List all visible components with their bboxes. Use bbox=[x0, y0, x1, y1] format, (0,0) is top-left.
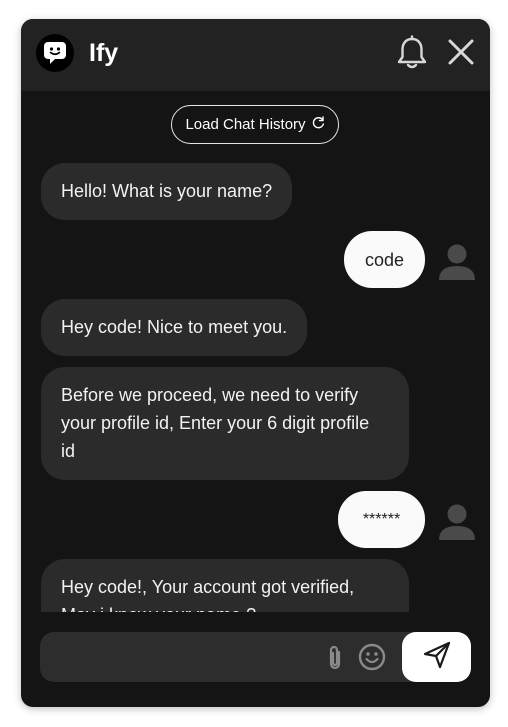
bell-icon[interactable] bbox=[395, 35, 429, 71]
refresh-icon bbox=[312, 116, 325, 133]
user-avatar-icon bbox=[438, 502, 476, 542]
load-chat-history-label: Load Chat History bbox=[185, 116, 306, 133]
message-text: ****** bbox=[362, 510, 401, 528]
message-line: id bbox=[61, 441, 76, 461]
load-chat-history-button[interactable]: Load Chat History bbox=[171, 105, 339, 144]
user-avatar-icon bbox=[438, 242, 476, 282]
message-list[interactable]: Load Chat History Hello! What is your na… bbox=[21, 91, 490, 612]
close-icon[interactable] bbox=[445, 36, 477, 68]
message-text: code bbox=[364, 249, 405, 270]
user-message: ****** bbox=[338, 491, 425, 548]
paperclip-icon[interactable] bbox=[324, 644, 346, 672]
chat-bubble-icon bbox=[36, 34, 74, 72]
send-button[interactable] bbox=[402, 632, 471, 682]
message-line: your profile id, Enter your 6 digit prof… bbox=[61, 413, 370, 433]
send-icon bbox=[422, 640, 452, 675]
message-line: May i know your name ? bbox=[61, 601, 389, 612]
message-text: Hey code! Nice to meet you. bbox=[61, 317, 288, 337]
message-composer bbox=[40, 632, 471, 682]
chat-widget: Ify Load Chat History Hello! What is you… bbox=[21, 19, 490, 707]
chat-header: Ify bbox=[21, 19, 490, 91]
message-input[interactable] bbox=[40, 632, 320, 682]
bot-message: Hello! What is your name? bbox=[41, 163, 293, 220]
message-text: Hello! What is your name? bbox=[61, 181, 273, 201]
message-line: Before we proceed, we need to verify bbox=[61, 385, 359, 405]
bot-message: Before we proceed, we need to verify you… bbox=[41, 367, 409, 480]
smiley-icon[interactable] bbox=[358, 643, 386, 671]
message-line: Hey code!, Your account got verified, bbox=[61, 577, 355, 597]
bot-message: Hey code!, Your account got verified, Ma… bbox=[41, 559, 409, 612]
bot-message: Hey code! Nice to meet you. bbox=[41, 299, 308, 356]
bot-name-title: Ify bbox=[89, 39, 119, 67]
user-message: code bbox=[344, 231, 425, 288]
